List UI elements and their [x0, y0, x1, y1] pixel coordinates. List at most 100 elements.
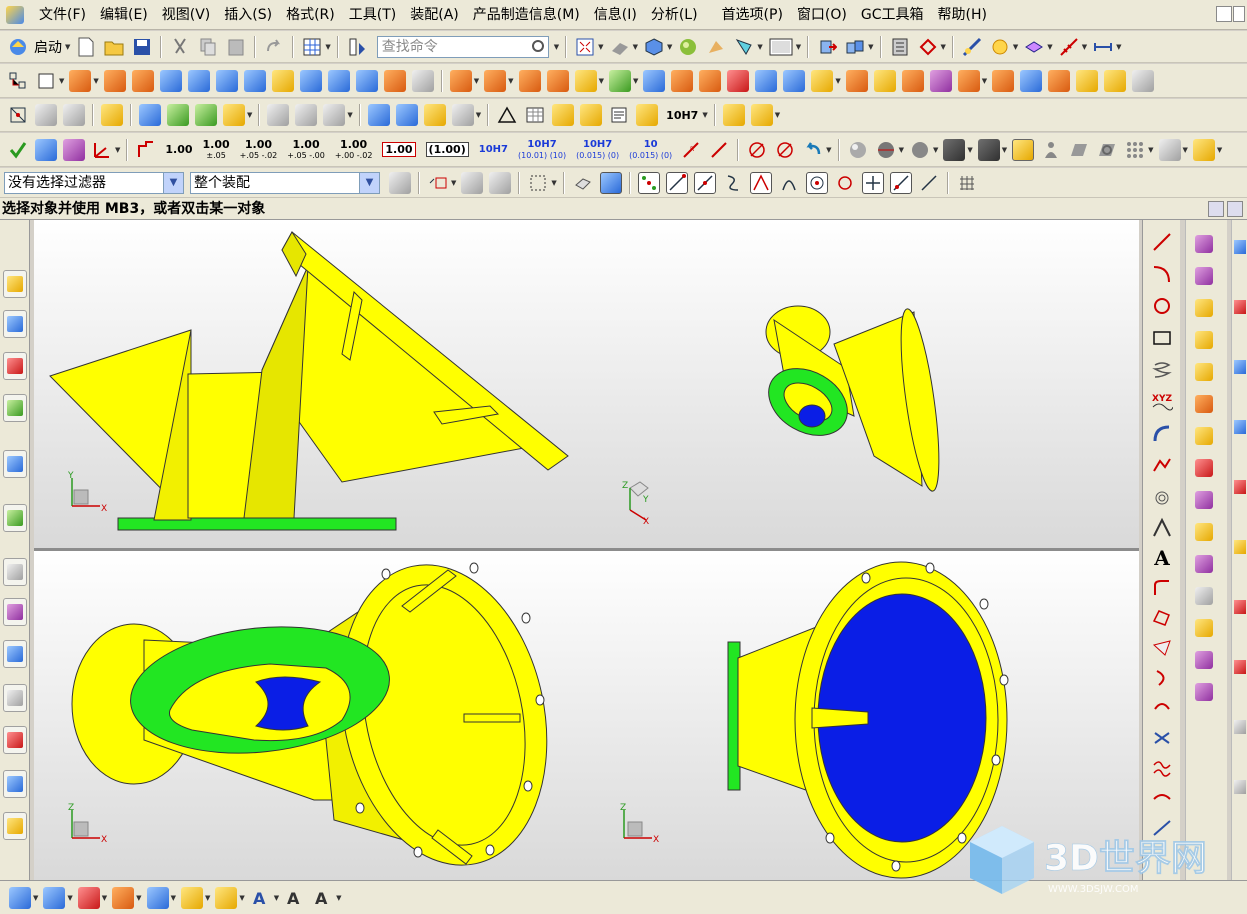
- washer-icon[interactable]: [423, 104, 446, 126]
- surface-tool-7-icon[interactable]: [1234, 600, 1246, 614]
- snap-grid-small-icon[interactable]: [956, 172, 978, 194]
- move-component-icon[interactable]: [816, 36, 838, 58]
- surface-tool-6-icon[interactable]: [1234, 540, 1246, 554]
- redo-icon[interactable]: [263, 36, 285, 58]
- divide-curve-icon[interactable]: [1150, 696, 1174, 720]
- replace-face-icon[interactable]: [957, 69, 980, 92]
- bottom-tool-5[interactable]: [146, 886, 169, 909]
- snap-midpoint-icon[interactable]: [693, 171, 716, 194]
- snap-grid-icon[interactable]: [301, 36, 323, 58]
- palette-tab[interactable]: [3, 812, 27, 840]
- reuse-library-tab[interactable]: [3, 394, 27, 422]
- chevron-down-icon[interactable]: ▼: [508, 77, 513, 85]
- chevron-down-icon[interactable]: ▼: [359, 172, 379, 193]
- chevron-down-icon[interactable]: ▼: [982, 77, 987, 85]
- type-filter-select[interactable]: 没有选择过滤器 ▼: [4, 171, 184, 194]
- thread-icon[interactable]: [411, 69, 434, 92]
- snap-enable-icon[interactable]: [637, 171, 660, 194]
- draft-icon[interactable]: [699, 69, 722, 92]
- chevron-down-icon[interactable]: ▼: [347, 111, 352, 119]
- new-file-icon[interactable]: [75, 36, 97, 58]
- sweep-icon[interactable]: [131, 69, 154, 92]
- chevron-down-icon[interactable]: ▼: [115, 146, 120, 154]
- history-tab[interactable]: [3, 558, 27, 586]
- chevron-down-icon[interactable]: ▼: [1047, 43, 1052, 51]
- axis-view-icon[interactable]: [91, 139, 113, 161]
- chevron-down-icon[interactable]: ▼: [598, 43, 603, 51]
- bridge-curve-icon[interactable]: [1150, 454, 1174, 478]
- surface-tool-5-icon[interactable]: [1234, 480, 1246, 494]
- chevron-down-icon[interactable]: ▼: [868, 43, 873, 51]
- project-icon[interactable]: [1150, 606, 1174, 630]
- chevron-down-icon[interactable]: ▼: [967, 146, 972, 154]
- chevron-down-icon[interactable]: ▼: [1116, 43, 1121, 51]
- model-canvas[interactable]: Y X Z Y X Z X Z X: [34, 220, 1139, 880]
- edge-blend-icon[interactable]: [727, 69, 750, 92]
- offset-face-icon[interactable]: [449, 69, 472, 92]
- measure-length-icon[interactable]: [1092, 36, 1114, 58]
- triangle-icon[interactable]: [496, 104, 518, 126]
- chevron-down-icon[interactable]: ▼: [136, 894, 141, 902]
- fillet-curve-icon[interactable]: [1150, 576, 1174, 600]
- selection-mode-icon[interactable]: [1012, 138, 1035, 161]
- menu-tools[interactable]: 工具(T): [342, 0, 403, 30]
- dim-unilateral-button[interactable]: 1.00 +.05 -.02: [240, 139, 278, 161]
- show-hide-icon[interactable]: [1023, 36, 1045, 58]
- feature-tool-1[interactable]: [1192, 232, 1216, 256]
- command-search-input[interactable]: 查找命令: [376, 35, 549, 58]
- extract-curve-icon[interactable]: [1150, 636, 1174, 660]
- chevron-down-icon[interactable]: ▼: [274, 894, 279, 902]
- start-menu-button[interactable]: 启动: [34, 37, 62, 57]
- feature-tool-8[interactable]: [1192, 456, 1216, 480]
- snap-control-icon[interactable]: [722, 172, 744, 194]
- surface-tool-1-icon[interactable]: [1234, 240, 1246, 254]
- deselect-icon[interactable]: [489, 171, 512, 194]
- block-icon[interactable]: [159, 69, 182, 92]
- bottom-tool-6[interactable]: [180, 886, 203, 909]
- chevron-down-icon[interactable]: ▼: [1217, 146, 1222, 154]
- shell-icon[interactable]: [783, 69, 806, 92]
- rectangle-select-icon[interactable]: [527, 172, 549, 194]
- diameter-icon[interactable]: [746, 139, 768, 161]
- hidden-edge-icon[interactable]: [943, 138, 966, 161]
- chevron-down-icon[interactable]: ▼: [899, 146, 904, 154]
- web-browser-tab[interactable]: [3, 504, 27, 532]
- chevron-down-icon[interactable]: ▼: [941, 43, 946, 51]
- patch-icon[interactable]: [901, 69, 924, 92]
- feature-tool-10[interactable]: [1192, 520, 1216, 544]
- snap-bounded-icon[interactable]: [918, 172, 940, 194]
- chevron-down-icon[interactable]: ▼: [933, 146, 938, 154]
- search-icon[interactable]: [531, 39, 544, 52]
- chevron-down-icon[interactable]: ▼: [757, 43, 762, 51]
- chevron-down-icon[interactable]: ▼: [551, 179, 556, 187]
- nx-app-icon[interactable]: [6, 5, 24, 24]
- network-curve-icon[interactable]: [7, 104, 29, 126]
- offset-region-icon[interactable]: [1076, 69, 1099, 92]
- trim-body-icon[interactable]: [643, 69, 666, 92]
- composite-curve-icon[interactable]: [1150, 516, 1174, 540]
- open-folder-icon[interactable]: [103, 36, 125, 58]
- split-body-icon[interactable]: [671, 69, 694, 92]
- dim-limits-button[interactable]: 10 (0.015) (0): [629, 139, 672, 161]
- select-feature-icon[interactable]: [427, 172, 449, 194]
- pmi-symbol-icon[interactable]: [750, 104, 773, 126]
- chevron-down-icon[interactable]: ▼: [65, 43, 70, 51]
- bottom-tool-4[interactable]: [112, 886, 135, 909]
- snap-endpoint-icon[interactable]: [665, 171, 688, 194]
- surface-icon[interactable]: [139, 104, 161, 126]
- part-iso-large-view[interactable]: [71, 546, 573, 880]
- spring-icon[interactable]: [395, 104, 418, 126]
- feature-tool-4[interactable]: [1192, 328, 1216, 352]
- menu-format[interactable]: 格式(R): [279, 0, 342, 30]
- chevron-down-icon[interactable]: ▼: [826, 146, 831, 154]
- analysis-measure-icon[interactable]: [961, 36, 983, 58]
- revolve-icon[interactable]: [103, 69, 126, 92]
- dim-reference-button[interactable]: (1.00): [425, 142, 469, 157]
- menu-file[interactable]: 文件(F): [32, 0, 93, 30]
- hole-icon[interactable]: [271, 69, 294, 92]
- surface-tool-10-icon[interactable]: [1234, 780, 1246, 794]
- intersect-curve-icon[interactable]: [295, 104, 318, 126]
- menu-gc-toolbox[interactable]: GC工具箱: [854, 0, 931, 30]
- chevron-down-icon[interactable]: ▼: [1013, 43, 1018, 51]
- curve-on-surface-icon[interactable]: [267, 104, 290, 126]
